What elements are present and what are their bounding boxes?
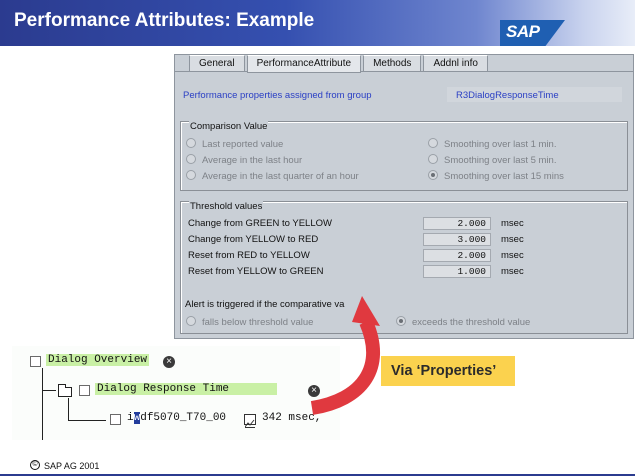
radio-label: exceeds the threshold value	[412, 317, 531, 328]
threshold-unit: msec	[501, 234, 524, 245]
radio-average-hour[interactable]: Average in the last hour	[186, 154, 302, 166]
radio-average-quarter[interactable]: Average in the last quarter of an hour	[186, 170, 359, 182]
threshold-unit: msec	[501, 250, 524, 261]
tree-connector	[68, 420, 106, 421]
radio-label: Average in the last hour	[202, 155, 303, 166]
radio-label: Smoothing over last 5 min.	[444, 155, 557, 166]
radio-label: falls below threshold value	[202, 317, 314, 328]
radio-button[interactable]	[186, 170, 196, 180]
threshold-unit: msec	[501, 218, 524, 229]
tree-connector	[42, 368, 43, 440]
radio-label: Average in the last quarter of an hour	[202, 171, 359, 182]
threshold-unit: msec	[501, 266, 524, 277]
assignment-label[interactable]: Performance properties assigned from gro…	[183, 90, 372, 101]
copyright-icon: ©	[30, 460, 40, 470]
tree-node-mte-leaf[interactable]: iwdf5070_T70_00	[127, 412, 226, 424]
radio-last-reported[interactable]: Last reported value	[186, 138, 283, 150]
tree-node-dialog-overview[interactable]: Dialog Overview	[46, 354, 150, 366]
threshold-label: Reset from RED to YELLOW	[188, 250, 310, 261]
threshold-input[interactable]: 2.000	[423, 249, 491, 262]
radio-button[interactable]	[428, 154, 438, 164]
threshold-input[interactable]: 3.000	[423, 233, 491, 246]
threshold-label: Change from GREEN to YELLOW	[188, 218, 332, 229]
radio-falls-below[interactable]: falls below threshold value	[186, 316, 313, 328]
radio-button[interactable]	[186, 138, 196, 148]
radio-button[interactable]	[186, 154, 196, 164]
threshold-label: Reset from YELLOW to GREEN	[188, 266, 324, 277]
properties-callout: Via ‘Properties’	[381, 356, 515, 386]
tree-connector	[42, 390, 56, 391]
leaf-name: df5070_T70_00	[140, 412, 227, 424]
assignment-group-value: R3DialogResponseTime	[456, 90, 559, 101]
radio-smoothing-15[interactable]: Smoothing over last 15 mins	[428, 170, 564, 182]
radio-button[interactable]	[428, 138, 438, 148]
monitor-tree: Dialog Overview × Dialog Response Time ×…	[12, 346, 340, 440]
tab-methods[interactable]: Methods	[363, 55, 422, 72]
comparison-group: Comparison Value Last reported value Ave…	[180, 121, 628, 191]
folder-icon[interactable]	[58, 384, 72, 397]
threshold-label: Change from YELLOW to RED	[188, 234, 319, 245]
tab-addnl-info[interactable]: Addnl info	[423, 55, 488, 72]
radio-label: Smoothing over last 15 mins	[444, 171, 564, 182]
threshold-group-title: Threshold values	[189, 201, 264, 212]
graph-icon[interactable]	[244, 414, 256, 428]
threshold-input[interactable]: 2.000	[423, 217, 491, 230]
tab-performance-attribute[interactable]: PerformanceAttribute	[246, 55, 362, 73]
leaf-prefix: i	[127, 412, 134, 424]
graph-icon-lines	[244, 419, 255, 428]
slide-title: Performance Attributes: Example	[14, 10, 315, 31]
sap-logo-text: SAP	[506, 22, 540, 41]
tree-node-checkbox[interactable]	[110, 414, 121, 425]
copyright-text: SAP AG 2001	[44, 461, 100, 471]
radio-label: Last reported value	[202, 139, 284, 150]
radio-smoothing-5[interactable]: Smoothing over last 5 min.	[428, 154, 556, 166]
radio-exceeds[interactable]: exceeds the threshold value	[396, 316, 530, 328]
tree-node-checkbox[interactable]	[79, 385, 90, 396]
tree-connector	[68, 398, 69, 420]
radio-label: Smoothing over last 1 min.	[444, 139, 557, 150]
tree-node-checkbox[interactable]	[30, 356, 41, 367]
grey-status-icon: ×	[163, 356, 175, 368]
radio-button[interactable]	[186, 316, 196, 326]
threshold-input[interactable]: 1.000	[423, 265, 491, 278]
tab-strip: General PerformanceAttribute Methods Add…	[189, 55, 490, 73]
radio-smoothing-1[interactable]: Smoothing over last 1 min.	[428, 138, 556, 150]
tab-general[interactable]: General	[189, 55, 245, 72]
tree-node-dialog-response-time[interactable]: Dialog Response Time	[95, 383, 278, 395]
radio-button-selected[interactable]	[428, 170, 438, 180]
comparison-group-title: Comparison Value	[189, 121, 269, 132]
